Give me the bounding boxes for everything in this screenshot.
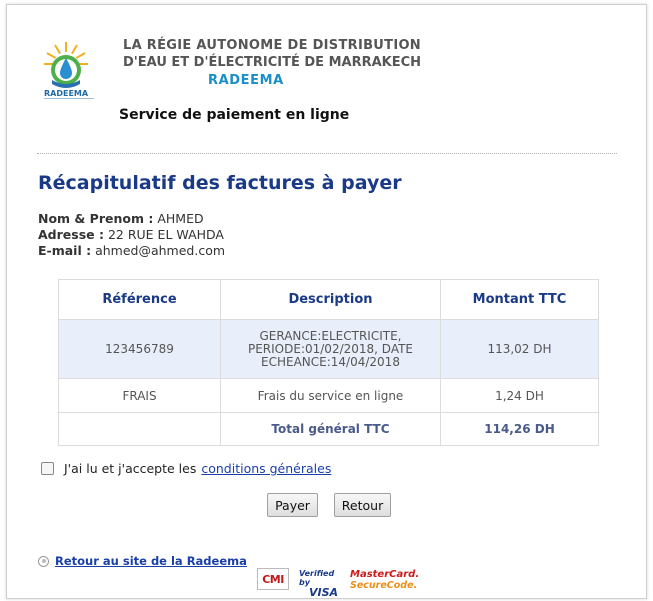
terms-link[interactable]: conditions générales	[201, 461, 331, 476]
org-acronym: RADEEMA	[208, 73, 284, 88]
cell-empty	[58, 412, 221, 446]
visa-bottom-text: VISA	[309, 586, 339, 599]
back-to-site: Retour au site de la Radeema	[38, 554, 247, 568]
total-label: Total général TTC	[220, 412, 441, 446]
terms-row: J'ai lu et j'accepte les conditions géné…	[41, 461, 331, 476]
cell-amount: 1,24 DH	[440, 378, 599, 413]
bullet-icon	[38, 555, 49, 567]
cell-description: Frais du service en ligne	[220, 378, 441, 413]
back-button[interactable]: Retour	[334, 493, 391, 517]
mc-bottom-text: SecureCode.	[350, 580, 418, 591]
cell-reference: FRAIS	[58, 378, 221, 413]
email-value: ahmed@ahmed.com	[95, 243, 226, 258]
bills-table: Référence Description Montant TTC 123456…	[58, 279, 599, 446]
cell-description: GERANCE:ELECTRICITE, PERIODE:01/02/2018,…	[220, 319, 441, 379]
customer-address: Adresse : 22 RUE EL WAHDA	[38, 227, 224, 242]
header-description: Description	[220, 279, 441, 320]
customer-email: E-mail : ahmed@ahmed.com	[38, 243, 225, 258]
org-name-line1: LA RÉGIE AUTONOME DE DISTRIBUTION	[123, 38, 421, 53]
customer-name: Nom & Prenom : AHMED	[38, 211, 204, 226]
logo-tagline	[44, 98, 94, 102]
header-reference: Référence	[58, 279, 221, 320]
table-row: 123456789 GERANCE:ELECTRICITE, PERIODE:0…	[58, 319, 599, 379]
cell-reference: 123456789	[58, 319, 221, 379]
page-title: Récapitulatif des factures à payer	[38, 172, 402, 194]
logo-text: RADEEMA	[44, 89, 89, 98]
name-value: AHMED	[157, 211, 204, 226]
mastercard-securecode-logo: MasterCard. SecureCode.	[350, 569, 420, 591]
header-amount: Montant TTC	[440, 279, 599, 320]
visa-top-text: Verified by	[299, 569, 335, 587]
cmi-logo: CMI	[257, 568, 289, 590]
email-label: E-mail :	[38, 243, 92, 258]
total-value: 114,26 DH	[440, 412, 599, 446]
header-divider	[37, 153, 617, 154]
terms-checkbox[interactable]	[41, 462, 54, 475]
address-label: Adresse :	[38, 227, 104, 242]
pay-button[interactable]: Payer	[267, 493, 318, 517]
table-header-row: Référence Description Montant TTC	[58, 279, 599, 320]
back-to-site-link[interactable]: Retour au site de la Radeema	[55, 554, 247, 568]
terms-text: J'ai lu et j'accepte les	[64, 461, 197, 476]
mc-top-text: MasterCard.	[350, 569, 420, 580]
verified-by-visa-logo: Verified by VISA	[299, 569, 343, 599]
service-title: Service de paiement en ligne	[119, 107, 350, 123]
name-label: Nom & Prenom :	[38, 211, 154, 226]
table-total-row: Total général TTC 114,26 DH	[58, 412, 599, 446]
address-value: 22 RUE EL WAHDA	[107, 227, 224, 242]
cell-amount: 113,02 DH	[440, 319, 599, 379]
table-row: FRAIS Frais du service en ligne 1,24 DH	[58, 378, 599, 413]
org-name-line2: D'EAU ET D'ÉLECTRICITÉ DE MARRAKECH	[123, 55, 422, 70]
